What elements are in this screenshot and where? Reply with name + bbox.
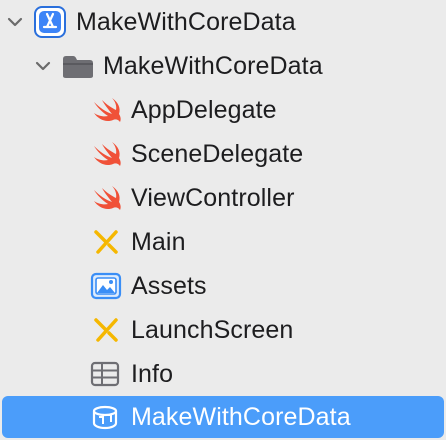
swift-file-icon <box>92 184 122 212</box>
navigator-row-scenedelegate[interactable]: SceneDelegate <box>0 132 446 176</box>
navigator-item-label: MakeWithCoreData <box>76 8 296 36</box>
navigator-item-label: SceneDelegate <box>131 140 304 168</box>
navigator-row-project[interactable]: MakeWithCoreData <box>0 0 446 44</box>
swift-file-icon <box>92 140 122 168</box>
navigator-row-launchscreen[interactable]: LaunchScreen <box>0 308 446 352</box>
navigator-row-assets[interactable]: Assets <box>0 264 446 308</box>
project-navigator: MakeWithCoreData MakeWithCoreData AppDel… <box>0 0 446 440</box>
core-data-model-icon <box>90 403 120 431</box>
navigator-item-label: Info <box>131 360 174 388</box>
xcode-project-icon <box>34 6 66 38</box>
swift-file-icon <box>92 96 122 124</box>
navigator-row-viewcontroller[interactable]: ViewController <box>0 176 446 220</box>
navigator-item-label: AppDelegate <box>131 96 277 124</box>
navigator-item-label: Main <box>131 228 186 256</box>
navigator-item-label: ViewController <box>131 184 295 212</box>
navigator-row-core-data-model[interactable]: MakeWithCoreData <box>2 396 444 438</box>
navigator-row-main[interactable]: Main <box>0 220 446 264</box>
navigator-item-label: Assets <box>131 272 207 300</box>
navigator-row-info[interactable]: Info <box>0 352 446 396</box>
storyboard-icon <box>92 228 122 256</box>
navigator-row-group[interactable]: MakeWithCoreData <box>0 44 446 88</box>
storyboard-icon <box>92 316 122 344</box>
chevron-down-icon[interactable] <box>6 13 24 31</box>
asset-catalog-icon <box>90 272 122 300</box>
navigator-row-appdelegate[interactable]: AppDelegate <box>0 88 446 132</box>
navigator-item-label: MakeWithCoreData <box>131 403 351 431</box>
plist-icon <box>90 360 120 388</box>
navigator-item-label: MakeWithCoreData <box>103 52 323 80</box>
navigator-item-label: LaunchScreen <box>131 316 294 344</box>
chevron-down-icon[interactable] <box>34 57 52 75</box>
folder-icon <box>62 55 94 79</box>
